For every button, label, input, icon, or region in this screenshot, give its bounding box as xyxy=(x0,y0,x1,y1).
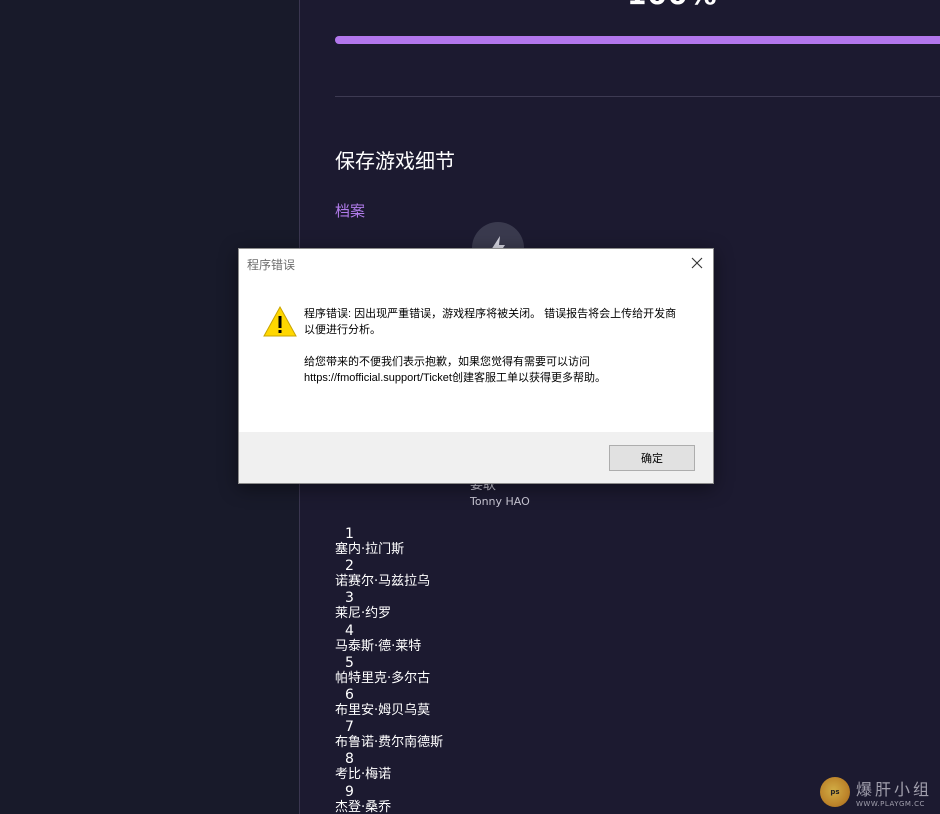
list-item: 4 马泰斯·德·莱特 xyxy=(335,623,735,655)
list-item-number: 4 xyxy=(345,622,354,639)
dialog-title: 程序错误 xyxy=(247,258,296,272)
divider xyxy=(335,96,940,97)
list-item-number: 8 xyxy=(345,751,354,768)
list-item-number: 9 xyxy=(345,783,354,800)
list-item: 1 塞内·拉门斯 xyxy=(335,526,735,558)
list-item: 8 考比·梅诺 xyxy=(335,751,735,783)
list-item: 5 帕特里克·多尔古 xyxy=(335,655,735,687)
list-item-name: 考比·梅诺 xyxy=(335,767,392,783)
ok-button[interactable]: 确定 xyxy=(609,445,695,471)
list-item-number: 2 xyxy=(345,558,354,575)
credit-name: Tonny HAO xyxy=(470,495,530,508)
list-item: 6 布里安·姆贝乌莫 xyxy=(335,687,735,719)
close-icon[interactable] xyxy=(685,252,709,274)
progress-bar xyxy=(335,36,940,44)
list-item-name: 杰登·桑乔 xyxy=(335,799,392,814)
tab-profile[interactable]: 档案 xyxy=(335,200,365,221)
watermark-logo-text: ps xyxy=(830,788,840,796)
watermark-url: WWW.PLAYGM.CC xyxy=(855,800,925,808)
watermark-title: 爆肝小组 xyxy=(855,780,932,799)
watermark-text: 爆肝小组 WWW.PLAYGM.CC xyxy=(856,776,932,808)
list-item: 7 布鲁诺·费尔南德斯 xyxy=(335,719,735,751)
list-item-name: 莱尼·约罗 xyxy=(335,606,392,622)
watermark-logo-icon: ps xyxy=(819,777,850,807)
list-item-number: 7 xyxy=(345,719,354,736)
list-item-name: 布里安·姆贝乌莫 xyxy=(335,702,431,718)
squad-list: 1 塞内·拉门斯 2 诺赛尔·马兹拉乌 3 莱尼·约罗 4 马泰斯·德·莱特 5… xyxy=(335,526,735,814)
watermark: ps 爆肝小组 WWW.PLAYGM.CC xyxy=(819,776,932,808)
error-dialog: 程序错误 程序错误: 因出现严重错误，游戏程序将被关闭。 错误报告将会上传给开发… xyxy=(238,248,714,484)
list-item: 3 莱尼·约罗 xyxy=(335,590,735,622)
progress-fill xyxy=(335,36,940,44)
progress-percent: 100% xyxy=(627,0,718,11)
list-item-number: 6 xyxy=(345,686,354,703)
list-item-number: 1 xyxy=(345,526,354,542)
dialog-footer: 确定 xyxy=(239,432,713,483)
warning-icon xyxy=(263,305,297,339)
list-item-number: 5 xyxy=(345,654,354,671)
list-item-name: 马泰斯·德·莱特 xyxy=(335,638,422,654)
list-item-name: 布鲁诺·费尔南德斯 xyxy=(335,735,444,751)
list-item-name: 诺赛尔·马兹拉乌 xyxy=(335,574,431,590)
list-item: 2 诺赛尔·马兹拉乌 xyxy=(335,558,735,590)
dialog-message: 程序错误: 因出现严重错误，游戏程序将被关闭。 错误报告将会上传给开发商以便进行… xyxy=(304,306,686,402)
list-item-name: 帕特里克·多尔古 xyxy=(335,670,431,686)
list-item-number: 3 xyxy=(345,590,354,607)
list-item: 9 杰登·桑乔 xyxy=(335,784,735,814)
dialog-message-line1: 程序错误: 因出现严重错误，游戏程序将被关闭。 错误报告将会上传给开发商以便进行… xyxy=(304,308,677,336)
list-item-name: 塞内·拉门斯 xyxy=(335,542,405,557)
section-title: 保存游戏细节 xyxy=(335,149,455,173)
dialog-message-line2: 给您带来的不便我们表示抱歉，如果您觉得有需要可以访问https://fmoffi… xyxy=(304,356,606,384)
